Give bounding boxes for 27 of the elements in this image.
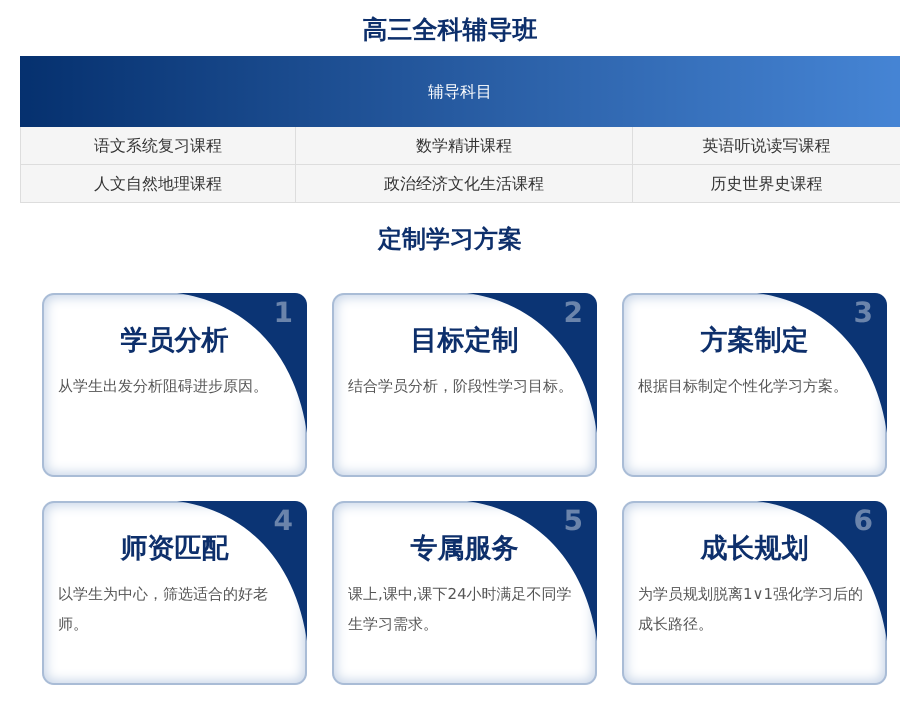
table-cell: 语文系统复习课程 xyxy=(20,127,295,165)
table-cell: 英语听说读写课程 xyxy=(632,127,900,165)
card-description: 以学生为中心，筛选适合的好老师。 xyxy=(58,584,269,635)
card-number: 1 xyxy=(274,295,293,331)
card-title: 方案制定 xyxy=(699,324,810,358)
card-number: 5 xyxy=(564,503,583,539)
table-cell: 人文自然地理课程 xyxy=(20,165,295,203)
card-title: 目标定制 xyxy=(410,324,520,358)
card-number: 4 xyxy=(274,503,293,539)
card-description: 从学生出发分析阻碍进步原因。 xyxy=(58,376,269,397)
table-cell: 历史世界史课程 xyxy=(632,165,900,203)
card-number: 6 xyxy=(854,503,873,539)
card-title: 学员分析 xyxy=(120,324,230,358)
card-description: 结合学员分析，阶段性学习目标。 xyxy=(348,376,574,397)
card-description: 根据目标制定个性化学习方案。 xyxy=(638,376,849,397)
card-title: 师资匹配 xyxy=(119,532,230,566)
card-number: 2 xyxy=(564,295,583,331)
page-title: 高三全科辅导班 xyxy=(362,14,538,46)
card-number: 3 xyxy=(854,295,873,331)
section-title: 定制学习方案 xyxy=(376,225,523,255)
table-header: 辅导科目 xyxy=(20,56,900,127)
card-description: 为学员规划脱离1∨1强化学习后的成长路径。 xyxy=(638,584,864,635)
card-title: 专属服务 xyxy=(410,532,520,566)
card-description: 课上,课中,课下24小时满足不同学生学习需求。 xyxy=(348,584,573,635)
table-cell: 数学精讲课程 xyxy=(295,127,632,165)
card-title: 成长规划 xyxy=(699,532,810,566)
table-cell: 政治经济文化生活课程 xyxy=(295,165,632,203)
